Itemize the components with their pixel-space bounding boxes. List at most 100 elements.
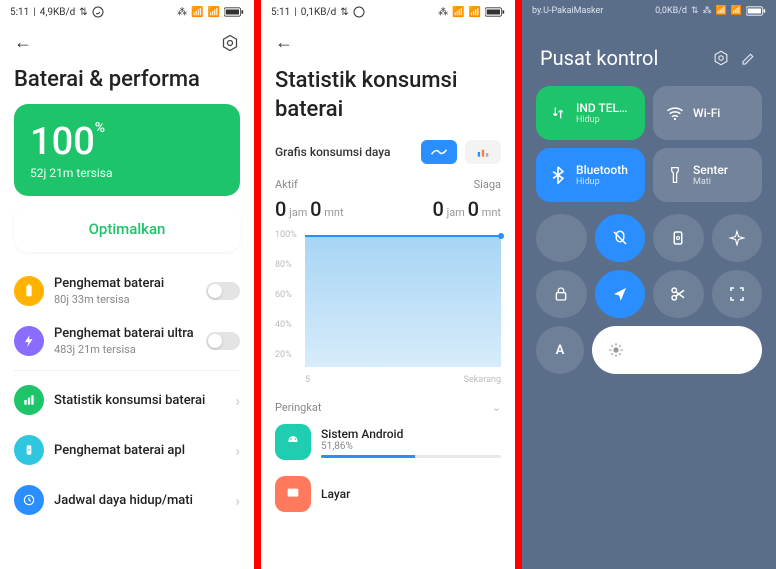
chevron-down-icon[interactable]: ⌄: [492, 401, 501, 414]
app-row[interactable]: Layar: [261, 468, 515, 520]
mobile-data-tile[interactable]: IND TELKOM Hidup: [536, 86, 645, 140]
arrows-icon: ⇅: [691, 6, 699, 16]
flashlight-tile[interactable]: Senter Mati: [653, 148, 762, 202]
idle-mins: 0: [468, 197, 479, 221]
stats-link-label: Statistik konsumsi baterai: [54, 393, 225, 408]
rotation-lock-toggle[interactable]: [653, 214, 704, 262]
app-row[interactable]: Sistem Android 51,86%: [261, 416, 515, 468]
bluetooth-tile[interactable]: Bluetooth Hidup: [536, 148, 645, 202]
mute-toggle[interactable]: [595, 214, 646, 262]
brightness-slider[interactable]: [592, 326, 762, 374]
android-icon: [275, 424, 311, 460]
stats-icon: [14, 385, 44, 415]
idle-label: Siaga: [474, 178, 501, 191]
ultra-saver-row[interactable]: Penghemat baterai ultra 483j 21m tersisa: [0, 316, 254, 366]
edit-icon[interactable]: [740, 49, 758, 67]
chart-tab-bar[interactable]: [465, 140, 501, 164]
chart-endpoint-dot: [498, 233, 504, 239]
back-button[interactable]: ←: [275, 32, 293, 53]
signal-icon: 📶: [469, 7, 481, 18]
ultra-saver-title: Penghemat baterai ultra: [54, 326, 196, 341]
usage-chart: 100% 80% 60% 40% 20% 5 Sekarang: [275, 235, 501, 385]
schedule-icon: [14, 485, 44, 515]
app-name: Layar: [321, 487, 501, 501]
whatsapp-icon: [353, 6, 365, 18]
signal-icon: 📶: [191, 7, 203, 18]
carrier-label: by.U-PakaiMasker: [532, 6, 603, 16]
chevron-right-icon: ›: [235, 391, 240, 410]
tile-name: Wi-Fi: [693, 106, 750, 120]
status-bar: by.U-PakaiMasker 0,0KB/d ⇅ ⁂ 📶 📶: [522, 0, 776, 22]
stats-link-row[interactable]: Statistik konsumsi baterai ›: [0, 375, 254, 425]
bluetooth-icon: [548, 165, 568, 185]
battery-saver-row[interactable]: Penghemat baterai 80j 33m tersisa: [0, 266, 254, 316]
scissors-toggle[interactable]: [653, 270, 704, 318]
signal-icon: 📶: [452, 7, 464, 18]
tile-sub: Hidup: [576, 177, 633, 187]
active-mins: 0: [310, 197, 321, 221]
battery-saver-sub: 80j 33m tersisa: [54, 293, 196, 306]
wifi-tile[interactable]: Wi-Fi: [653, 86, 762, 140]
status-data: 4,9KB/d: [40, 7, 75, 18]
bluetooth-status-icon: ⁂: [703, 6, 712, 16]
flashlight-icon: [665, 165, 685, 185]
control-center-title: Pusat kontrol: [540, 46, 658, 70]
tile-name: IND TELKOM: [576, 101, 633, 115]
status-time: 5:11: [271, 7, 290, 18]
app-percent: 51,86%: [321, 441, 501, 452]
location-toggle[interactable]: [595, 270, 646, 318]
battery-icon: [485, 7, 505, 17]
back-button[interactable]: ←: [14, 32, 32, 53]
arrows-icon: ⇅: [79, 7, 87, 18]
schedule-label: Jadwal daya hidup/mati: [54, 493, 225, 508]
chart-tab-line[interactable]: [421, 140, 457, 164]
battery-eta: 52j 21m tersisa: [30, 166, 224, 180]
chevron-right-icon: ›: [235, 441, 240, 460]
tile-sub: Mati: [693, 177, 750, 187]
optimize-button[interactable]: Optimalkan: [14, 206, 240, 252]
ultra-saver-sub: 483j 21m tersisa: [54, 343, 196, 356]
moon-toggle[interactable]: [536, 214, 587, 262]
ultra-saver-toggle[interactable]: [206, 332, 240, 350]
page-title: Statistik konsumsi baterai: [261, 61, 515, 134]
brightness-icon: [608, 342, 624, 358]
ultra-saver-icon: [14, 326, 44, 356]
status-data: 0,1KB/d: [301, 7, 336, 18]
active-label: Aktif: [275, 178, 298, 191]
app-saver-label: Penghemat baterai apl: [54, 443, 225, 458]
page-title: Baterai & performa: [0, 61, 254, 104]
battery-percent-unit: %: [95, 120, 105, 136]
battery-icon: [224, 7, 244, 17]
status-bar: 5:11 | 4,9KB/d ⇅ ⁂ 📶 📶: [0, 0, 254, 24]
status-data: 0,0KB/d: [655, 6, 687, 16]
tile-sub: Hidup: [576, 115, 633, 125]
settings-icon[interactable]: [712, 49, 730, 67]
airplane-toggle[interactable]: [712, 214, 763, 262]
auto-brightness-toggle[interactable]: A: [536, 326, 584, 374]
battery-saver-icon: [14, 276, 44, 306]
signal-icon: 📶: [731, 6, 742, 16]
arrows-icon: ⇅: [340, 7, 348, 18]
rank-label: Peringkat: [275, 401, 322, 414]
app-saver-row[interactable]: Penghemat baterai apl ›: [0, 425, 254, 475]
schedule-row[interactable]: Jadwal daya hidup/mati ›: [0, 475, 254, 525]
app-saver-icon: [14, 435, 44, 465]
status-bar: 5:11 | 0,1KB/d ⇅ ⁂ 📶 📶: [261, 0, 515, 24]
tile-name: Senter: [693, 163, 750, 177]
tile-name: Bluetooth: [576, 163, 633, 177]
battery-saver-title: Penghemat baterai: [54, 276, 196, 291]
bluetooth-status-icon: ⁂: [438, 7, 448, 18]
mobile-data-icon: [548, 103, 568, 123]
status-time: 5:11: [10, 7, 29, 18]
whatsapp-icon: [92, 6, 104, 18]
battery-saver-toggle[interactable]: [206, 282, 240, 300]
settings-icon[interactable]: [220, 33, 240, 53]
scan-toggle[interactable]: [712, 270, 763, 318]
bluetooth-status-icon: ⁂: [177, 7, 187, 18]
idle-hours: 0: [432, 197, 443, 221]
lock-toggle[interactable]: [536, 270, 587, 318]
app-name: Sistem Android: [321, 427, 501, 441]
display-icon: [275, 476, 311, 512]
chart-label: Grafis konsumsi daya: [275, 145, 413, 159]
active-hours: 0: [275, 197, 286, 221]
